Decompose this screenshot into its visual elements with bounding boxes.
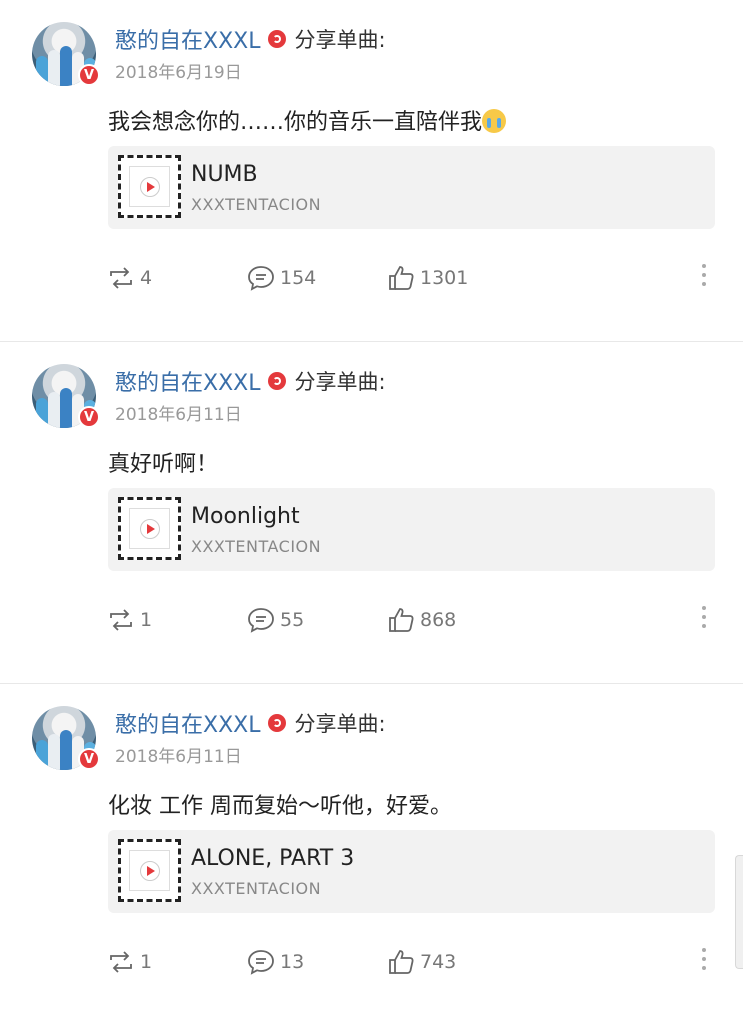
username[interactable]: 憨的自在XXXL: [115, 365, 260, 397]
post-content: 我会想念你的……你的音乐一直陪伴我: [108, 104, 507, 136]
song-artist: XXXTENTACION: [191, 195, 322, 214]
repost-icon: [110, 267, 132, 289]
like-icon: [389, 266, 414, 290]
music-badge-icon: [268, 714, 287, 732]
like-icon: [389, 608, 414, 632]
comment-icon: [248, 266, 274, 291]
post-card: V 憨的自在XXXL 分享单曲: 2018年6月11日 真好听啊！ Moonli…: [0, 342, 743, 684]
post-date: 2018年6月19日: [115, 63, 242, 83]
like-count: 868: [420, 609, 457, 631]
like-button[interactable]: 868: [386, 600, 456, 640]
crying-emoji-icon: [482, 109, 507, 133]
post-text: 我会想念你的……你的音乐一直陪伴我: [108, 110, 483, 135]
repost-count: 4: [140, 267, 153, 289]
post-date: 2018年6月11日: [115, 405, 242, 425]
action-bar: 4 154 1301: [0, 258, 743, 298]
song-artist: XXXTENTACION: [191, 537, 322, 556]
comment-button[interactable]: 13: [246, 942, 304, 982]
song-card[interactable]: ALONE, PART 3 XXXTENTACION: [108, 830, 715, 913]
song-card[interactable]: NUMB XXXTENTACION: [108, 146, 715, 229]
album-cover: [118, 839, 181, 902]
repost-button[interactable]: 4: [106, 258, 152, 298]
comment-count: 154: [280, 267, 317, 289]
avatar[interactable]: V: [32, 22, 100, 86]
share-action-text: 分享单曲:: [294, 370, 386, 394]
more-icon[interactable]: [700, 264, 708, 292]
repost-count: 1: [140, 609, 153, 631]
scrollbar-thumb[interactable]: [735, 855, 743, 969]
share-action-text: 分享单曲:: [294, 712, 386, 736]
post-card: V 憨的自在XXXL 分享单曲: 2018年6月11日 化妆 工作 周而复始～听…: [0, 684, 743, 1026]
play-icon: [139, 518, 160, 539]
verified-badge: V: [78, 748, 100, 770]
more-icon[interactable]: [700, 606, 708, 634]
post-text: 真好听啊！: [108, 452, 219, 477]
comment-icon: [248, 950, 274, 975]
avatar[interactable]: V: [32, 706, 100, 770]
like-button[interactable]: 1301: [386, 258, 468, 298]
like-icon: [389, 950, 414, 974]
like-count: 1301: [420, 267, 469, 289]
comment-count: 13: [280, 951, 305, 973]
like-count: 743: [420, 951, 457, 973]
album-cover: [118, 497, 181, 560]
song-title: Moonlight: [191, 504, 300, 529]
avatar[interactable]: V: [32, 364, 100, 428]
post-content: 真好听啊！: [108, 446, 218, 478]
play-icon: [139, 176, 160, 197]
repost-icon: [110, 609, 132, 631]
repost-button[interactable]: 1: [106, 600, 152, 640]
post-content: 化妆 工作 周而复始～听他，好爱。: [108, 788, 452, 820]
repost-count: 1: [140, 951, 153, 973]
post-date: 2018年6月11日: [115, 747, 242, 767]
more-icon[interactable]: [700, 948, 708, 976]
verified-badge: V: [78, 406, 100, 428]
action-bar: 1 13 743: [0, 942, 743, 982]
post-card: V 憨的自在XXXL 分享单曲: 2018年6月19日 我会想念你的……你的音乐…: [0, 0, 743, 342]
comment-button[interactable]: 55: [246, 600, 304, 640]
username[interactable]: 憨的自在XXXL: [115, 23, 260, 55]
verified-badge: V: [78, 64, 100, 86]
comment-count: 55: [280, 609, 305, 631]
comment-button[interactable]: 154: [246, 258, 316, 298]
album-cover: [118, 155, 181, 218]
song-card[interactable]: Moonlight XXXTENTACION: [108, 488, 715, 571]
repost-button[interactable]: 1: [106, 942, 152, 982]
comment-icon: [248, 608, 274, 633]
action-bar: 1 55 868: [0, 600, 743, 640]
music-badge-icon: [268, 30, 287, 48]
like-button[interactable]: 743: [386, 942, 456, 982]
song-artist: XXXTENTACION: [191, 879, 322, 898]
username[interactable]: 憨的自在XXXL: [115, 707, 260, 739]
music-badge-icon: [268, 372, 287, 390]
share-action-text: 分享单曲:: [294, 28, 386, 52]
post-text: 化妆 工作 周而复始～听他，好爱。: [108, 794, 452, 819]
song-title: ALONE, PART 3: [191, 846, 355, 871]
song-title: NUMB: [191, 162, 258, 187]
play-icon: [139, 860, 160, 881]
repost-icon: [110, 951, 132, 973]
